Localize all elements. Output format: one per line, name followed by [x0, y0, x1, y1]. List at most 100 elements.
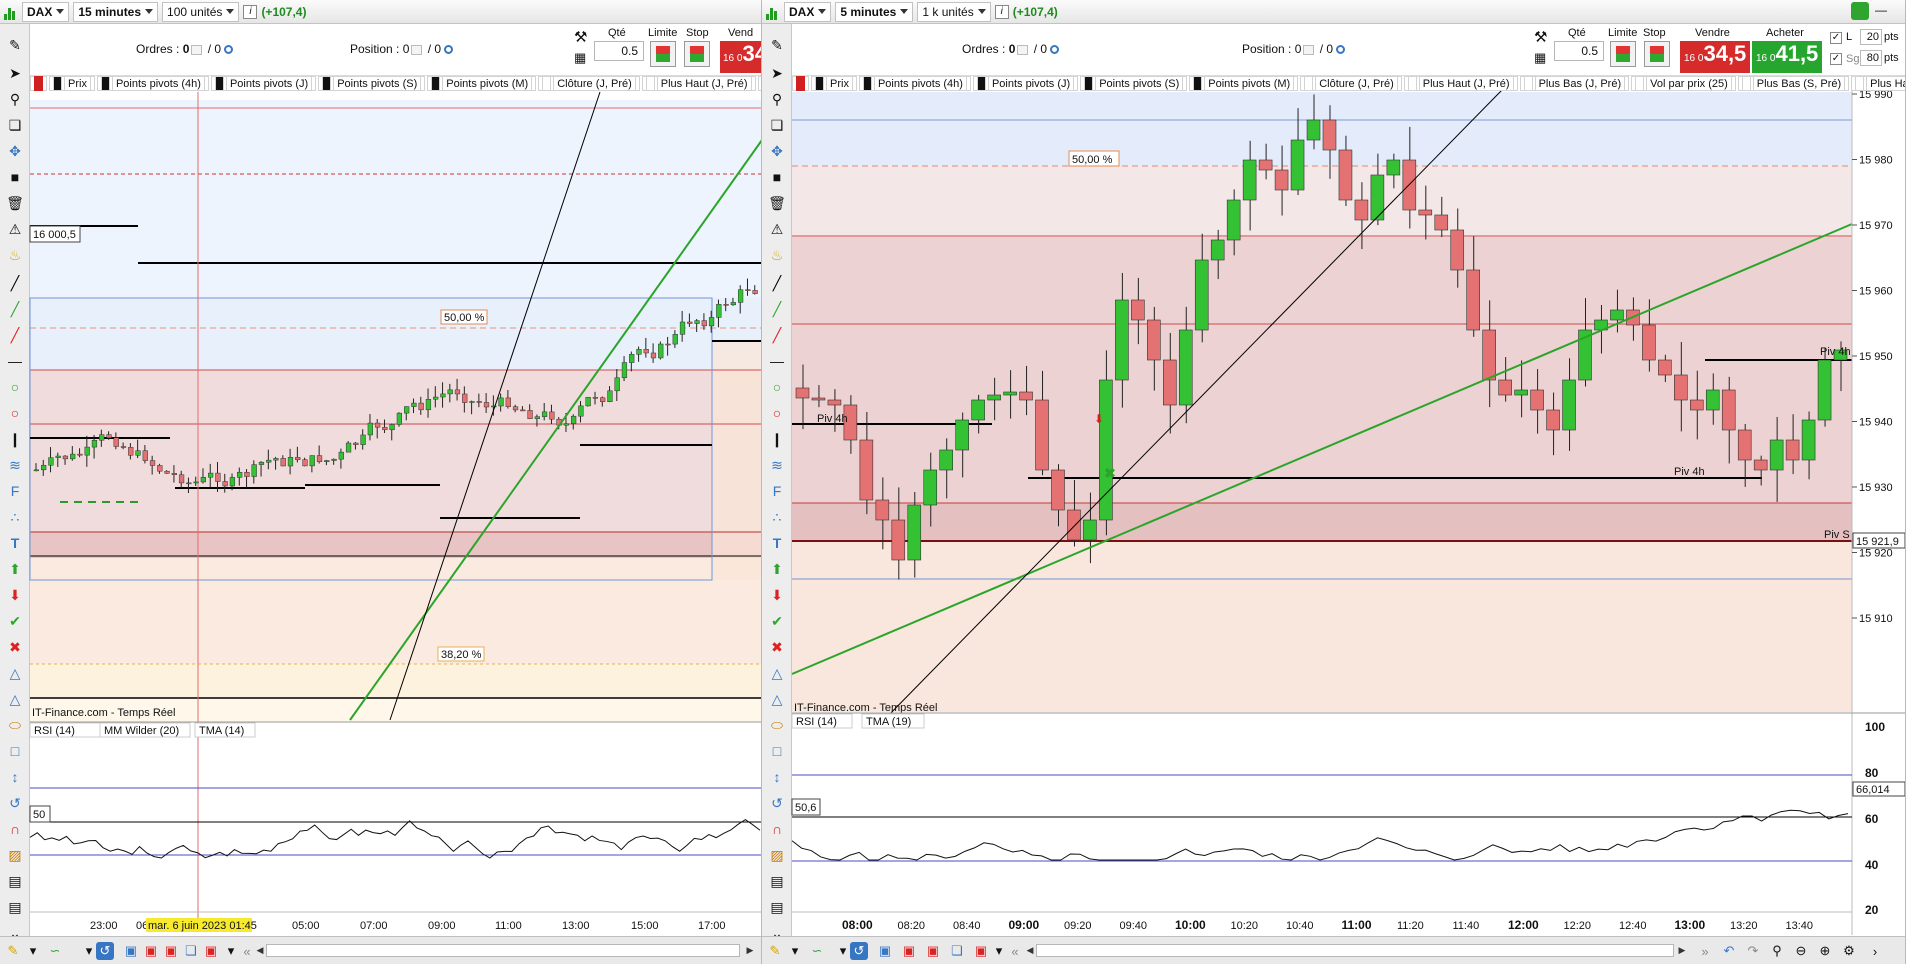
indicator-label: Prix [64, 76, 91, 91]
chevron-down-icon[interactable]: ▾ [786, 942, 804, 960]
expand-icon[interactable]: » [1696, 942, 1714, 960]
right-bottom-toolbar: ✎ ▾ ∽ ▾ ↺ ▣ ▣ ▣ ❏ ▣ ▾ « ◀ ▶ » ↶ ↷ ⚲ ⊖ ⊕ … [762, 936, 1905, 964]
indicator-label: Points pivots (J) [987, 76, 1075, 91]
horizontal-scrollbar[interactable] [1036, 944, 1674, 957]
candle-body [1418, 209, 1433, 216]
candle-body [955, 419, 969, 451]
candle-body [440, 393, 446, 398]
indicator-toggle[interactable]: Points pivots (M) [427, 76, 537, 91]
add-icon [796, 76, 805, 91]
indicator-icon[interactable]: ▣ [142, 942, 160, 960]
candle-body [135, 450, 141, 456]
indicator-toggle[interactable]: Points pivots (M) [1189, 76, 1299, 91]
chart-add-icon[interactable] [792, 76, 809, 91]
pen-icon[interactable]: ✎ [4, 942, 22, 960]
candle-body [679, 321, 686, 335]
undo-icon[interactable]: ↶ [1720, 942, 1738, 960]
zoom-in-icon[interactable]: ⊕ [1816, 942, 1834, 960]
left-price-chart[interactable]: 50,00 % 38,20 % 16 000,5 IT-Finance.com - T… [0, 0, 762, 936]
zoom-out-icon[interactable]: ⊖ [1792, 942, 1810, 960]
screen-icon[interactable]: ▣ [876, 942, 894, 960]
scroll-left-icon[interactable]: ◀ [1024, 944, 1036, 957]
indicator-toggle[interactable]: Points pivots (S) [1080, 76, 1188, 91]
price-tag-label: 15 921,9 [1856, 536, 1899, 548]
time-label: 12:40 [1619, 920, 1647, 932]
indicator-label: Points pivots (S) [1095, 76, 1184, 91]
right-price-chart[interactable]: ✖ ⬇ 50,00 % Piv 4h Piv 4h Piv 4h Piv S IT-Finan… [762, 0, 1906, 936]
rsi-legend-label: TMA (19) [866, 716, 911, 728]
chevron-right-icon[interactable]: › [1866, 942, 1884, 960]
indicator-toggle[interactable]: Points pivots (J) [972, 76, 1079, 91]
candle-body [708, 317, 715, 327]
indicator-toggle[interactable]: Plus Bas (S, Pré) [1737, 76, 1850, 91]
indicator-toggle[interactable]: Plus Haut (S, P [1851, 76, 1905, 91]
indicator-color-icon [100, 76, 110, 91]
candle-body [324, 460, 330, 463]
indicator-toggle[interactable]: Points pivots (4h) [96, 76, 209, 91]
indicator-toggle[interactable]: Plus Haut (J, Pré) [1403, 76, 1518, 91]
candle-body [621, 362, 628, 379]
candle-body [795, 387, 810, 399]
candle-body [120, 446, 127, 448]
source-label: IT-Finance.com - Temps Réel [794, 702, 937, 714]
template-icon[interactable]: ▣ [162, 942, 180, 960]
share-icon[interactable]: ↺ [850, 942, 868, 960]
horizontal-scrollbar[interactable] [266, 944, 740, 957]
price-label: 15 980 [1859, 155, 1893, 167]
screen-icon[interactable]: ▣ [122, 942, 140, 960]
indicator-toggle[interactable]: Clôture (J, Pré) [1300, 76, 1402, 91]
candle-body [186, 482, 192, 485]
indicator-toggle[interactable]: Clôture (J, Pré) [538, 76, 640, 91]
source-label: IT-Finance.com - Temps Réel [32, 707, 175, 719]
template-icon[interactable]: ▣ [924, 942, 942, 960]
indicator-toggle[interactable]: Plus Bas (J, Pré) [1519, 76, 1630, 91]
redo-icon[interactable]: ↷ [1744, 942, 1762, 960]
time-label: 08:20 [898, 920, 926, 932]
export-icon[interactable]: ▣ [202, 942, 220, 960]
indicator-toggle[interactable]: Prix [49, 76, 95, 91]
candle-body [171, 473, 177, 475]
time-label: 11:00 [1342, 918, 1372, 932]
scroll-right-icon[interactable]: ▶ [1676, 944, 1688, 957]
share-icon[interactable]: ↺ [96, 942, 114, 960]
candle-body [251, 464, 257, 477]
candle-body [811, 397, 826, 401]
candle-body [237, 472, 243, 478]
candle-body [1690, 399, 1704, 411]
zone-blue [30, 100, 761, 298]
indicator-icon[interactable]: ▣ [900, 942, 918, 960]
candle-body [41, 464, 47, 471]
indicator-toggle[interactable]: Points pivots (4h) [858, 76, 971, 91]
indicator-toggle[interactable]: Points pivots (J) [210, 76, 317, 91]
candle-body [193, 481, 199, 484]
indicator-toggle[interactable]: Plus Haut (J, Pré) [641, 76, 756, 91]
candle-body [527, 410, 533, 419]
left-indicator-bar: Prix Points pivots (4h) Points pivots (J) P… [30, 76, 761, 92]
indicator-label: Vol par prix (25) [1646, 76, 1732, 91]
chart-add-icon[interactable] [30, 76, 47, 91]
settings-icon[interactable]: ⚙ [1840, 942, 1858, 960]
left-bottom-toolbar: ✎ ▾ ∽ ▾ ↺ ▣ ▣ ▣ ❏ ▣ ▾ « ◀ ▶ [0, 936, 761, 964]
projection-zone [712, 340, 761, 580]
zoom-fit-icon[interactable]: ⚲ [1768, 942, 1786, 960]
candle-body [302, 459, 308, 467]
export-icon[interactable]: ▣ [972, 942, 990, 960]
layout-icon[interactable]: ❏ [182, 942, 200, 960]
collapse-icon[interactable]: « [1006, 942, 1024, 960]
indicator-toggle[interactable]: Prix [811, 76, 857, 91]
layout-icon[interactable]: ❏ [948, 942, 966, 960]
scroll-left-icon[interactable]: ◀ [254, 944, 266, 957]
candle-body [309, 455, 315, 467]
indicator-toggle[interactable]: Vol par prix (25) [1631, 76, 1736, 91]
time-label: 13:40 [1786, 920, 1814, 932]
candle-body [1131, 299, 1145, 321]
chevron-down-icon[interactable]: ▾ [24, 942, 42, 960]
chart-type-icon[interactable]: ∽ [46, 942, 64, 960]
pen-icon[interactable]: ✎ [766, 942, 784, 960]
chart-type-icon[interactable]: ∽ [808, 942, 826, 960]
candle-body [730, 302, 736, 306]
indicator-toggle[interactable]: Points pivots (S) [318, 76, 426, 91]
time-label: 10:20 [1231, 920, 1259, 932]
fib-38-label: 38,20 % [441, 649, 482, 661]
scroll-right-icon[interactable]: ▶ [744, 944, 756, 957]
